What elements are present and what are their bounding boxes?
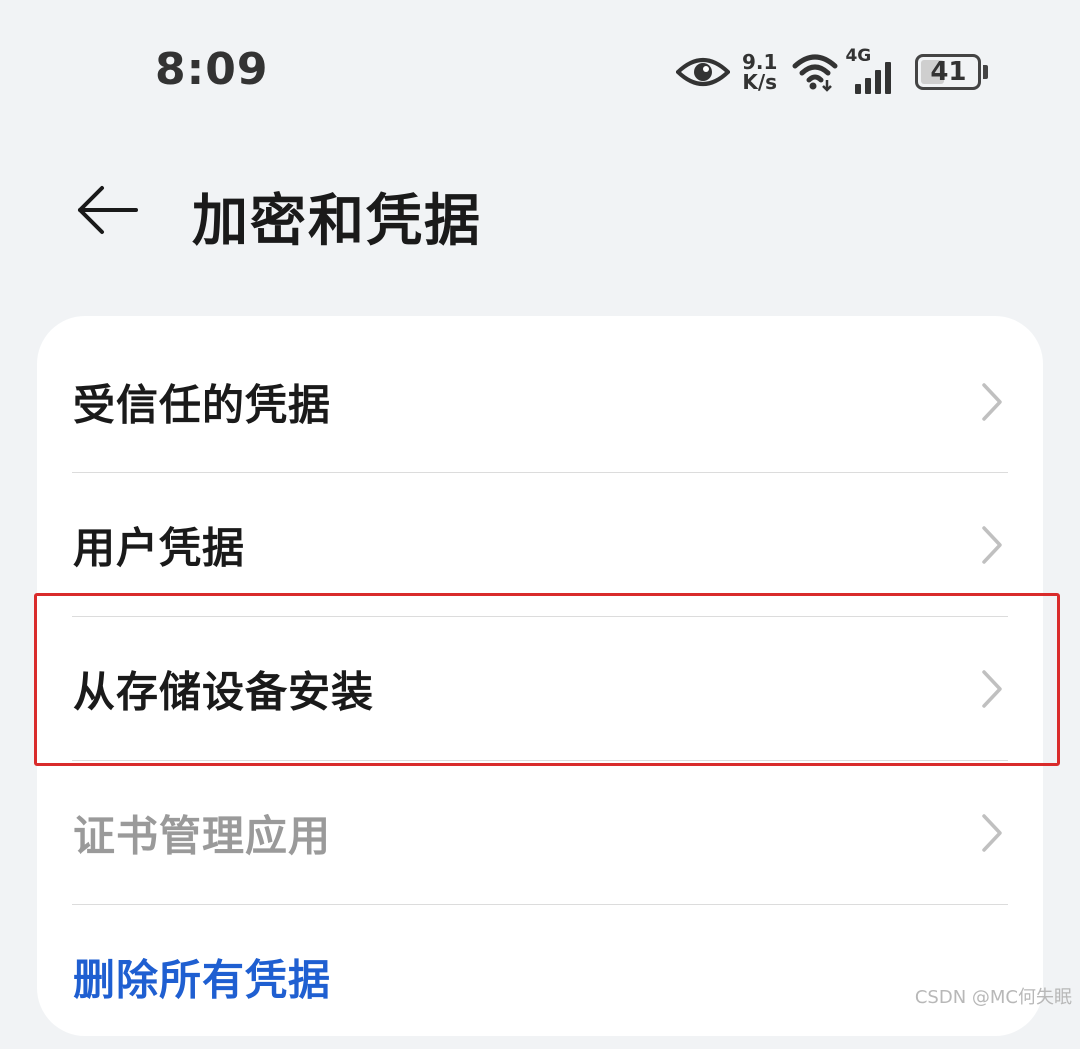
menu-item-certificate-management-app[interactable]: 证书管理应用 (37, 761, 1043, 905)
chevron-right-icon (982, 814, 1002, 852)
clock: 8:09 (155, 44, 269, 95)
menu-item-install-from-storage[interactable]: 从存储设备安装 (37, 617, 1043, 761)
network-speed-value: 9.1 (742, 50, 778, 74)
status-icons: 9.1 K/s 4G 41 (676, 44, 989, 100)
menu-item-label: 用户凭据 (73, 523, 246, 573)
battery-tip (983, 65, 989, 79)
watermark: CSDN @MC何失眠 (914, 987, 1072, 1008)
signal-bars-icon (855, 62, 892, 94)
battery-level: 41 (930, 57, 967, 87)
menu-item-trusted-credentials[interactable]: 受信任的凭据 (37, 330, 1043, 474)
eye-comfort-icon (676, 58, 730, 86)
chevron-right-icon (982, 670, 1002, 708)
settings-card: 受信任的凭据 用户凭据 从存储设备安装 证书管理应用 删除所有凭据 (37, 316, 1043, 1036)
header: 加密和凭据 (0, 160, 1080, 260)
back-arrow-icon[interactable] (68, 178, 148, 242)
network-speed-unit: K/s (742, 70, 778, 94)
page-title: 加密和凭据 (192, 189, 482, 254)
cellular-signal: 4G (845, 46, 905, 96)
menu-item-user-credentials[interactable]: 用户凭据 (37, 473, 1043, 617)
menu-item-label: 受信任的凭据 (73, 380, 332, 430)
menu-item-label: 证书管理应用 (73, 811, 332, 861)
chevron-right-icon (982, 526, 1002, 564)
chevron-right-icon (982, 383, 1002, 421)
menu-item-label: 从存储设备安装 (73, 667, 375, 717)
menu-item-delete-all-credentials[interactable]: 删除所有凭据 (37, 905, 1043, 1049)
network-speed: 9.1 K/s (742, 52, 777, 92)
menu-item-label: 删除所有凭据 (73, 955, 332, 1005)
status-bar: 8:09 9.1 K/s 4G 41 (0, 0, 1080, 140)
battery-icon: 41 (915, 54, 982, 90)
wifi-icon (792, 54, 838, 92)
